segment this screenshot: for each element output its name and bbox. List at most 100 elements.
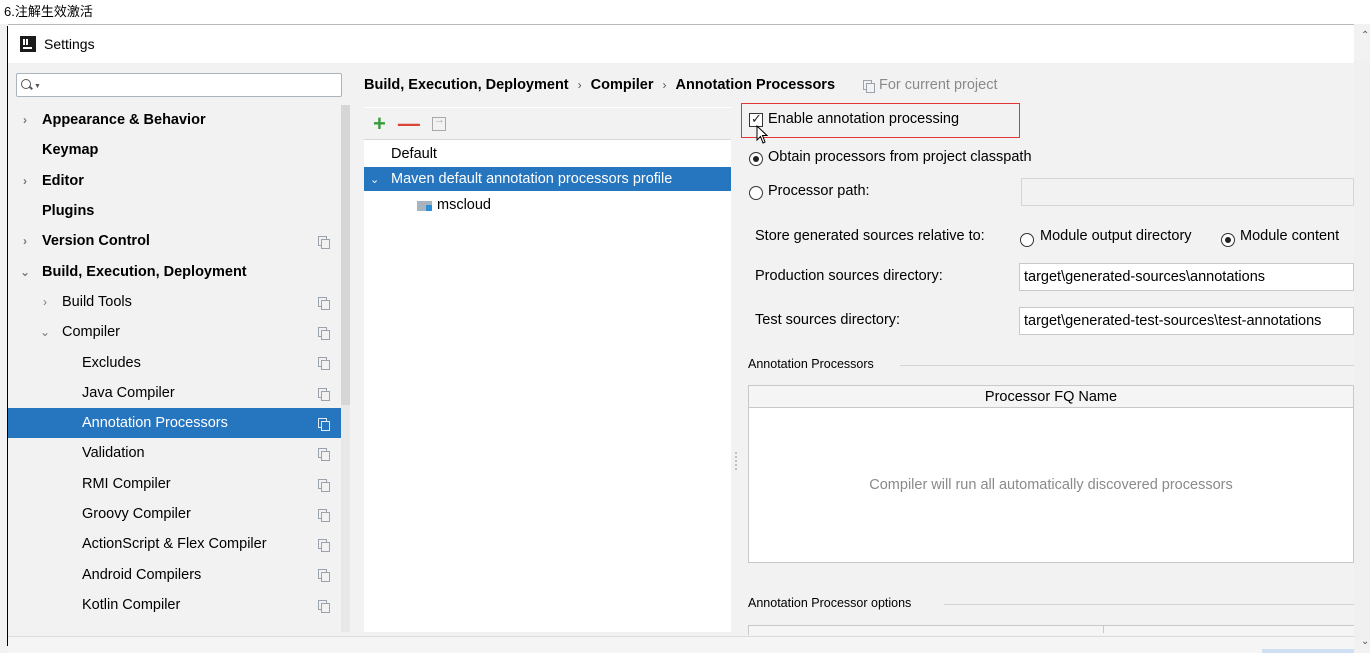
module-output-radio[interactable] (1020, 233, 1034, 247)
chevron-down-icon[interactable]: ⌄ (20, 265, 30, 279)
chevron-down-icon[interactable]: ⌄ (40, 325, 50, 339)
project-scope-icon (318, 327, 330, 341)
obtain-from-classpath-radio[interactable] (749, 152, 763, 166)
sidebar-scrollbar-thumb[interactable] (341, 105, 350, 405)
sidebar-item-compiler[interactable]: ⌄ Compiler (8, 317, 350, 347)
processor-path-radio[interactable] (749, 186, 763, 200)
sidebar-item-label: Appearance & Behavior (42, 112, 206, 129)
project-scope-icon (318, 417, 330, 431)
chevron-right-icon[interactable]: › (20, 174, 30, 188)
breadcrumb-separator: › (577, 78, 582, 92)
sidebar-item-label: Excludes (82, 354, 141, 371)
project-scope-icon (318, 448, 330, 462)
module-label: mscloud (437, 197, 491, 213)
profile-row-maven-default[interactable]: ⌄ Maven default annotation processors pr… (364, 167, 731, 191)
sidebar-item-label: Plugins (42, 203, 95, 220)
project-scope-icon (318, 599, 330, 613)
processors-empty-text: Compiler will run all automatically disc… (869, 477, 1233, 493)
chevron-right-icon[interactable]: › (40, 295, 50, 309)
sidebar-item-build-tools[interactable]: › Build Tools (8, 287, 350, 317)
sidebar-item-label: Groovy Compiler (82, 506, 191, 522)
module-row-mscloud[interactable]: mscloud (364, 193, 731, 217)
sidebar-item-label: RMI Compiler (82, 475, 171, 492)
bottom-hint (1262, 649, 1354, 653)
processors-table[interactable]: Processor FQ Name Compiler will run all … (748, 385, 1354, 563)
sidebar-item-build-execution-deployment[interactable]: ⌄ Build, Execution, Deployment (8, 256, 350, 286)
test-dir-field[interactable]: target\generated-test-sources\test-annot… (1019, 307, 1354, 335)
module-output-label[interactable]: Module output directory (1040, 228, 1192, 244)
title-bar: Settings (8, 25, 1354, 63)
panel-splitter[interactable] (735, 452, 737, 470)
project-scope-icon (318, 236, 330, 250)
sidebar-item-plugins[interactable]: Plugins (8, 196, 350, 226)
profile-row-default[interactable]: Default (364, 142, 731, 166)
content-scrollbar[interactable] (1354, 60, 1370, 640)
sidebar-item-android-compilers[interactable]: Android Compilers (8, 559, 350, 589)
module-content-radio[interactable] (1221, 233, 1235, 247)
breadcrumb-item: Annotation Processors (675, 77, 836, 93)
processor-fq-name-column-header[interactable]: Processor FQ Name (749, 386, 1353, 408)
settings-sidebar: › Appearance & Behavior Keymap › Editor Plugi… (8, 105, 350, 632)
sidebar-item-actionscript-flex-compiler[interactable]: ActionScript & Flex Compiler (8, 529, 350, 559)
chevron-right-icon[interactable]: › (20, 113, 30, 127)
enable-annotation-processing-label[interactable]: Enable annotation processing (768, 111, 959, 127)
sidebar-item-label: Build, Execution, Deployment (42, 263, 247, 280)
options-section-title: Annotation Processor options (748, 596, 912, 610)
obtain-from-classpath-label[interactable]: Obtain processors from project classpath (768, 149, 1032, 165)
project-scope-icon (318, 387, 330, 401)
module-content-label[interactable]: Module content (1240, 228, 1339, 244)
page-caption: 6.注解生效激活 (4, 4, 93, 19)
project-scope-icon (318, 296, 330, 310)
sidebar-item-rmi-compiler[interactable]: RMI Compiler (8, 469, 350, 499)
move-to-profile-icon[interactable] (431, 114, 446, 131)
sidebar-item-kotlin-compiler[interactable]: Kotlin Compiler (8, 590, 350, 620)
processor-path-field[interactable] (1021, 178, 1354, 206)
project-scope-icon (318, 508, 330, 522)
intellij-logo-icon (20, 36, 36, 52)
profile-label: Maven default annotation processors prof… (391, 171, 673, 187)
sidebar-item-excludes[interactable]: Excludes (8, 347, 350, 377)
sidebar-item-annotation-processors[interactable]: Annotation Processors (8, 407, 350, 439)
profile-label: Default (391, 146, 437, 162)
sidebar-item-version-control[interactable]: › Version Control (8, 226, 350, 256)
sidebar-item-editor[interactable]: › Editor (8, 166, 350, 196)
sidebar-item-groovy-compiler[interactable]: Groovy Compiler (8, 499, 350, 529)
store-relative-label: Store generated sources relative to: (755, 228, 985, 244)
sidebar-item-appearance-behavior[interactable]: › Appearance & Behavior (8, 105, 350, 135)
scroll-up-icon[interactable]: ⌃ (1361, 30, 1369, 41)
production-dir-field[interactable]: target\generated-sources\annotations (1019, 263, 1354, 291)
remove-profile-button[interactable]: — (398, 112, 420, 134)
processor-options-table[interactable] (748, 625, 1354, 635)
sidebar-item-label: Annotation Processors (82, 415, 228, 432)
sidebar-item-label: Compiler (62, 324, 121, 341)
sidebar-item-label: Build Tools (62, 293, 132, 310)
sidebar-item-validation[interactable]: Validation (8, 438, 350, 468)
project-scope-icon (318, 357, 330, 371)
sidebar-item-label: Validation (82, 445, 145, 462)
production-dir-label: Production sources directory: (755, 268, 943, 284)
project-scope-icon (318, 539, 330, 553)
sidebar-item-java-compiler[interactable]: Java Compiler (8, 378, 350, 408)
scope-label: For current project (879, 77, 998, 93)
processor-path-label[interactable]: Processor path: (768, 183, 870, 199)
add-profile-button[interactable]: + (373, 112, 386, 134)
settings-search-input[interactable]: ▼ (16, 73, 342, 97)
section-divider (900, 365, 1354, 366)
breadcrumb-item: Build, Execution, Deployment (364, 77, 569, 93)
breadcrumb-separator: › (662, 78, 667, 92)
column-divider (1103, 625, 1104, 633)
sidebar-item-keymap[interactable]: Keymap (8, 135, 350, 165)
sidebar-item-label: Java Compiler (82, 384, 175, 401)
bottom-bar (8, 636, 1354, 653)
search-icon[interactable] (21, 78, 37, 92)
scroll-down-icon[interactable]: ⌄ (1361, 636, 1369, 647)
sidebar-item-label: Kotlin Compiler (82, 596, 181, 613)
breadcrumb-item: Compiler (590, 77, 654, 93)
test-dir-label: Test sources directory: (755, 312, 901, 328)
sidebar-item-label: Android Compilers (82, 566, 202, 583)
chevron-right-icon[interactable]: › (20, 234, 30, 248)
project-scope-icon (863, 79, 876, 93)
project-scope-icon (318, 569, 330, 583)
processors-section-title: Annotation Processors (748, 357, 874, 371)
chevron-down-icon[interactable]: ⌄ (370, 173, 384, 186)
